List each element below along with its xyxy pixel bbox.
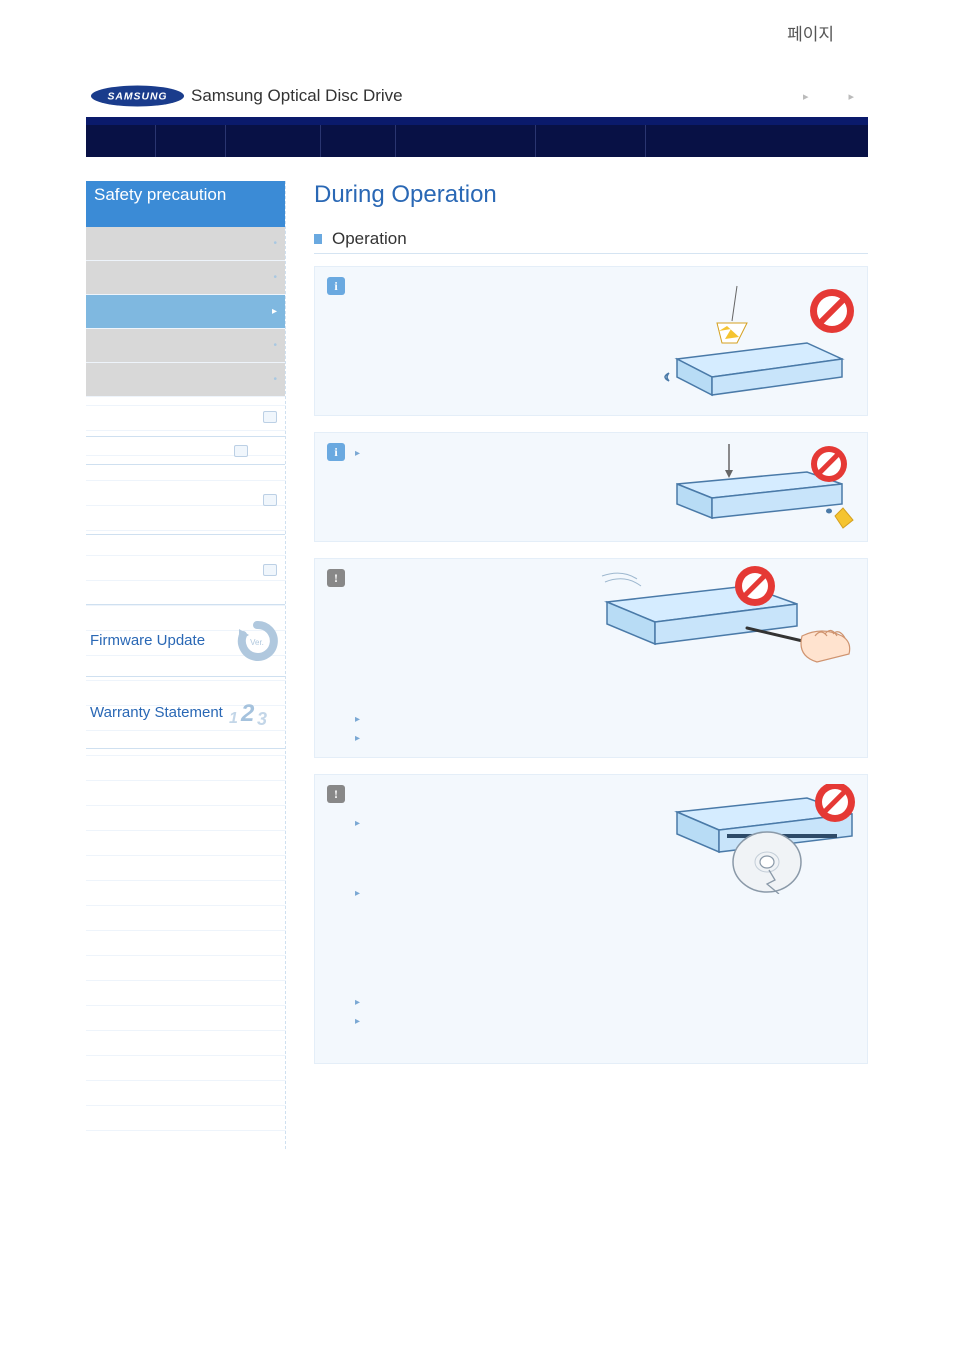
nav-item[interactable] bbox=[86, 125, 156, 157]
drive-drop-illustration bbox=[657, 442, 857, 532]
sidebar: Safety precaution • • ▸ • • bbox=[86, 181, 286, 1149]
box-icon bbox=[263, 494, 277, 506]
chevron-icon: ▸ bbox=[848, 90, 854, 103]
sidebar-item[interactable]: • bbox=[86, 227, 285, 261]
box-icon bbox=[263, 564, 277, 576]
nav-item[interactable] bbox=[226, 125, 321, 157]
sidebar-link[interactable] bbox=[86, 465, 285, 535]
drive-cracked-disc-illustration bbox=[657, 784, 857, 894]
bullet-icon: ▸ bbox=[355, 816, 367, 832]
warning-icon: ! bbox=[327, 785, 345, 803]
info-block: i ▸ bbox=[314, 432, 868, 542]
svg-text:1: 1 bbox=[229, 710, 238, 727]
svg-text:2: 2 bbox=[240, 700, 255, 727]
section-label: Operation bbox=[332, 229, 407, 249]
sidebar-title: Safety precaution bbox=[86, 181, 285, 227]
sidebar-link[interactable] bbox=[86, 535, 285, 605]
nav-item[interactable] bbox=[646, 125, 868, 157]
dot-icon: • bbox=[273, 374, 277, 385]
sidebar-link[interactable] bbox=[86, 397, 285, 437]
promo-label: Warranty Statement bbox=[90, 704, 223, 721]
sidebar-item-active[interactable]: ▸ bbox=[86, 295, 285, 329]
bullet-icon: ▸ bbox=[355, 712, 367, 728]
chevron-icon: ▸ bbox=[803, 90, 809, 103]
promo-label: Firmware Update bbox=[90, 632, 205, 649]
bullet-icon: ▸ bbox=[355, 995, 367, 1011]
external-link-icon bbox=[263, 411, 277, 423]
sidebar-link[interactable] bbox=[86, 437, 285, 465]
brand-name: Samsung Optical Disc Drive bbox=[191, 86, 403, 106]
header-icons: ▸ ▸ bbox=[803, 90, 854, 103]
main-content: During Operation Operation i bbox=[286, 181, 868, 1149]
promo-firmware[interactable]: Firmware Update Ver. bbox=[86, 605, 285, 677]
section-heading: Operation bbox=[314, 229, 868, 254]
warning-block: ! ▸ ▸ ▸ ▸ bbox=[314, 774, 868, 1064]
samsung-logo: SAMSUNG bbox=[90, 85, 185, 107]
info-icon: i bbox=[327, 443, 345, 461]
sidebar-item[interactable]: • bbox=[86, 363, 285, 397]
bullet-icon: ▸ bbox=[355, 731, 367, 747]
dot-icon: • bbox=[273, 272, 277, 283]
page-label: 페이지 bbox=[0, 0, 954, 45]
svg-text:3: 3 bbox=[257, 709, 267, 729]
dot-icon: • bbox=[273, 238, 277, 249]
nav-item[interactable] bbox=[321, 125, 396, 157]
chevron-right-icon: ▸ bbox=[272, 306, 277, 317]
bullet-icon bbox=[314, 234, 322, 244]
info-block: i bbox=[314, 266, 868, 416]
dot-icon: • bbox=[273, 340, 277, 351]
nav-item[interactable] bbox=[396, 125, 536, 157]
sidebar-item[interactable]: • bbox=[86, 261, 285, 295]
drive-poke-illustration bbox=[597, 564, 857, 674]
bullet-icon: ▸ bbox=[355, 1014, 367, 1030]
bullet-icon: ▸ bbox=[355, 886, 367, 902]
warning-block: ! ▸ ▸ bbox=[314, 558, 868, 758]
bullet-icon: ▸ bbox=[355, 446, 367, 462]
numbers-icon: 1 2 3 bbox=[225, 695, 275, 729]
sidebar-item[interactable]: • bbox=[86, 329, 285, 363]
svg-text:Ver.: Ver. bbox=[250, 638, 264, 647]
nav-item[interactable] bbox=[536, 125, 646, 157]
info-icon: i bbox=[327, 277, 345, 295]
refresh-icon: Ver. bbox=[235, 619, 279, 663]
external-link-icon bbox=[234, 445, 248, 457]
drive-shock-illustration bbox=[647, 281, 857, 401]
page-title: During Operation bbox=[314, 181, 868, 209]
nav-bar[interactable] bbox=[86, 125, 868, 157]
nav-item[interactable] bbox=[156, 125, 226, 157]
promo-warranty[interactable]: Warranty Statement 1 2 3 bbox=[86, 677, 285, 749]
warning-icon: ! bbox=[327, 569, 345, 587]
svg-text:SAMSUNG: SAMSUNG bbox=[108, 91, 168, 102]
top-accent-bar bbox=[86, 117, 868, 125]
header: SAMSUNG Samsung Optical Disc Drive ▸ ▸ bbox=[0, 45, 954, 117]
